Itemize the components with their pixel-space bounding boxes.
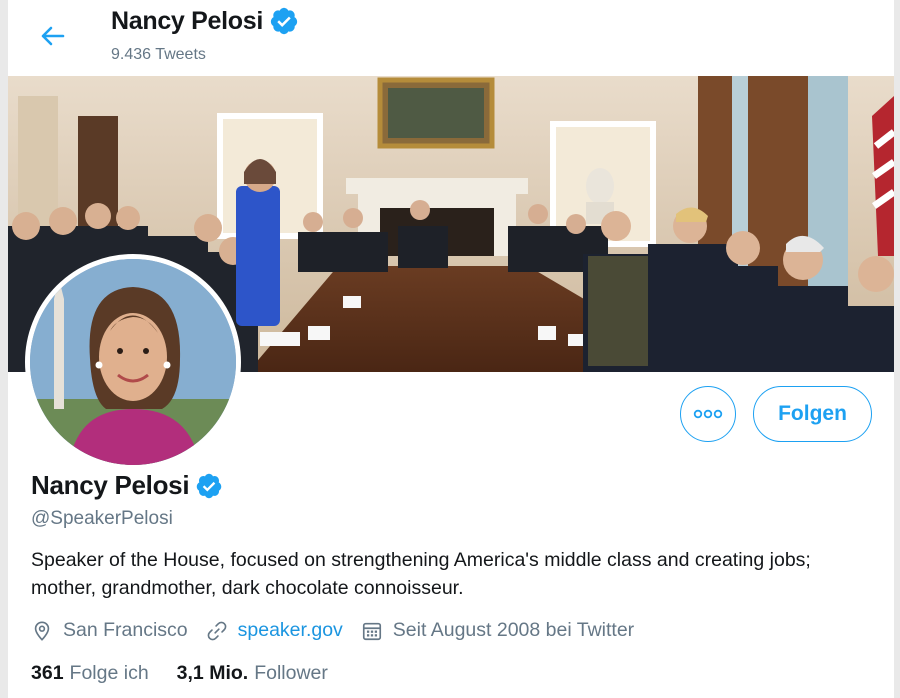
verified-badge-icon [197, 473, 222, 498]
arrow-left-icon [41, 26, 65, 46]
profile-website: speaker.gov [206, 619, 343, 642]
profile-location: San Francisco [31, 619, 188, 642]
profile-avatar[interactable] [25, 254, 241, 470]
follow-button[interactable]: Folgen [753, 386, 872, 442]
profile-header-bar: Nancy Pelosi 9.436 Tweets [8, 0, 894, 76]
header-display-name: Nancy Pelosi [111, 6, 264, 35]
following-count: 361 [31, 662, 64, 684]
profile-display-name: Nancy Pelosi [31, 470, 190, 500]
link-icon [207, 621, 227, 640]
followers-stat[interactable]: 3,1 Mio. Follower [177, 662, 328, 685]
joined-text: Seit August 2008 bei Twitter [392, 619, 635, 641]
profile-name: Nancy Pelosi [31, 470, 223, 501]
following-label: Folge ich [69, 662, 149, 684]
profile-bio: Speaker of the House, focused on strengt… [31, 549, 811, 599]
calendar-icon [362, 622, 381, 640]
profile-page: Nancy Pelosi 9.436 Tweets Folgen Nancy P… [8, 0, 894, 698]
header-title: Nancy Pelosi [111, 6, 299, 36]
profile-joined: Seit August 2008 bei Twitter [361, 619, 634, 642]
more-dots-icon [693, 409, 723, 419]
website-link[interactable]: speaker.gov [238, 619, 343, 642]
following-stat[interactable]: 361 Folge ich [31, 662, 149, 685]
followers-label: Follower [254, 662, 328, 684]
profile-handle: @SpeakerPelosi [31, 508, 173, 529]
followers-count: 3,1 Mio. [176, 662, 249, 684]
verified-badge-icon [270, 7, 298, 35]
avatar-photo [30, 259, 236, 465]
back-button[interactable] [34, 18, 70, 54]
profile-meta: San Francisco speaker.gov Seit August 20… [31, 619, 652, 642]
location-pin-icon [34, 620, 50, 641]
tweet-count: 9.436 Tweets [111, 46, 206, 63]
profile-stats: 361 Folge ich 3,1 Mio. Follower [31, 662, 356, 685]
location-text: San Francisco [63, 619, 188, 641]
more-options-button[interactable] [680, 386, 736, 442]
